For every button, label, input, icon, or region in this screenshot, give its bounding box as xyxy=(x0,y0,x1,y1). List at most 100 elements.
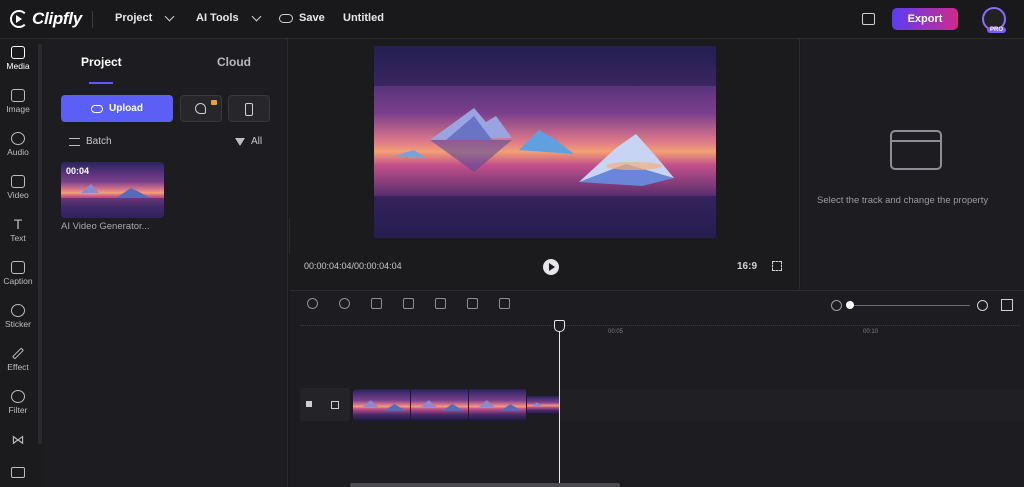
playhead[interactable] xyxy=(554,320,565,332)
chevron-down-icon xyxy=(251,11,262,21)
save-button[interactable]: Save xyxy=(279,12,325,24)
ruler-label: 00:10 xyxy=(863,329,879,335)
rail-item-filter[interactable]: Filter xyxy=(0,390,36,430)
ruler-label: 00:05 xyxy=(608,329,624,335)
rail-scrollbar[interactable] xyxy=(38,44,42,444)
phone-icon xyxy=(245,103,253,116)
rail-item-transition[interactable]: ⋈ xyxy=(0,433,36,453)
funnel-icon xyxy=(235,137,245,146)
list-icon xyxy=(69,137,80,146)
film-icon[interactable] xyxy=(331,401,339,409)
copy-icon[interactable] xyxy=(435,298,446,309)
clipfly-logo-icon xyxy=(10,10,28,28)
rail-label: Caption xyxy=(3,276,33,286)
delete-icon[interactable] xyxy=(467,298,478,309)
speaker-icon[interactable] xyxy=(306,401,312,407)
fit-timeline-icon[interactable] xyxy=(1001,299,1013,311)
rail-item-caption[interactable]: Caption xyxy=(0,261,36,301)
aspect-ratio-button[interactable]: 16:9 xyxy=(737,261,757,272)
fullscreen-icon[interactable] xyxy=(772,261,782,271)
person-record-icon xyxy=(195,103,206,114)
media-name: AI Video Generator... xyxy=(61,221,150,232)
project-title-text: Untitled xyxy=(343,12,384,24)
rail-item-audio[interactable]: Audio xyxy=(0,132,36,172)
freeze-frame-icon[interactable] xyxy=(499,298,510,309)
timeline-scrollbar[interactable] xyxy=(350,483,620,487)
tab-underline xyxy=(89,82,113,84)
chevron-down-icon xyxy=(164,11,175,21)
play-button[interactable] xyxy=(543,259,559,275)
rail-item-effect[interactable]: Effect xyxy=(0,347,36,387)
filter-all-button[interactable]: All xyxy=(235,136,262,147)
tab-cloud[interactable]: Cloud xyxy=(217,55,251,69)
logo-text: Clipfly xyxy=(32,9,82,28)
rail-item-image[interactable]: Image xyxy=(0,89,36,129)
media-duration: 00:04 xyxy=(66,166,90,176)
rail-item-media[interactable]: Media xyxy=(0,46,36,86)
zoom-in-icon[interactable] xyxy=(977,300,988,311)
crown-icon xyxy=(211,100,217,105)
audio-icon xyxy=(11,132,25,145)
playhead-line xyxy=(559,330,560,487)
media-icon xyxy=(11,46,25,59)
rail-item-video[interactable]: Video xyxy=(0,175,36,215)
rail-label: Filter xyxy=(8,405,28,415)
ai-tools-menu-label: AI Tools xyxy=(196,12,239,24)
preview-scene xyxy=(374,46,716,238)
split-icon[interactable] xyxy=(371,298,382,309)
rail-label: Effect xyxy=(7,362,29,372)
clip-frame xyxy=(411,389,469,421)
clip-frame xyxy=(527,389,560,421)
phone-upload-button[interactable] xyxy=(228,95,270,122)
project-title[interactable]: Untitled xyxy=(343,12,384,24)
video-clip[interactable] xyxy=(353,389,560,421)
topbar-divider xyxy=(92,11,93,28)
properties-hint: Select the track and change the property xyxy=(817,195,989,206)
video-track xyxy=(560,389,1024,421)
redo-icon[interactable] xyxy=(339,298,350,309)
record-button[interactable] xyxy=(180,95,222,122)
sticker-icon xyxy=(11,304,25,317)
rail-label: Video xyxy=(7,190,29,200)
zoom-slider[interactable] xyxy=(850,305,970,306)
filter-all-label: All xyxy=(251,136,263,147)
batch-button[interactable]: Batch xyxy=(69,136,112,147)
image-icon xyxy=(11,89,25,102)
video-preview[interactable] xyxy=(374,46,716,238)
zoom-slider-handle[interactable] xyxy=(846,301,854,309)
undo-icon[interactable] xyxy=(307,298,318,309)
caption-icon xyxy=(11,261,25,274)
rail-label: Audio xyxy=(7,147,29,157)
project-menu[interactable]: Project xyxy=(115,11,175,24)
duplicate-icon[interactable] xyxy=(403,298,414,309)
rail-item-text[interactable]: T Text xyxy=(0,216,36,258)
upload-button[interactable]: Upload xyxy=(61,95,173,122)
tab-project[interactable]: Project xyxy=(81,55,122,69)
zoom-out-icon[interactable] xyxy=(831,300,842,311)
effect-icon xyxy=(11,347,25,360)
project-menu-label: Project xyxy=(115,12,153,24)
logo[interactable]: Clipfly xyxy=(10,9,82,29)
upload-label: Upload xyxy=(109,103,143,114)
pro-badge: PRO xyxy=(987,27,1007,33)
keyboard-icon[interactable] xyxy=(11,467,25,478)
ai-tools-menu[interactable]: AI Tools xyxy=(196,11,262,24)
rail-label: Image xyxy=(6,104,30,114)
rail-label: Media xyxy=(6,61,30,71)
filter-icon xyxy=(11,390,25,403)
timeline-ruler[interactable] xyxy=(300,325,1020,326)
cloud-upload-icon xyxy=(91,104,104,113)
export-button[interactable]: Export xyxy=(892,8,958,30)
clip-frame xyxy=(353,389,411,421)
transition-icon: ⋈ xyxy=(11,433,25,447)
clip-frame xyxy=(469,389,527,421)
save-label: Save xyxy=(299,12,325,24)
rail-label: Sticker xyxy=(5,319,31,329)
batch-label: Batch xyxy=(86,136,112,147)
feedback-icon[interactable] xyxy=(862,13,875,25)
rail-item-sticker[interactable]: Sticker xyxy=(0,304,36,344)
clapperboard-icon xyxy=(890,130,942,170)
rail-label: Text xyxy=(10,233,26,243)
text-icon: T xyxy=(13,216,23,232)
timecode: 00:00:04:04/00:00:04:04 xyxy=(304,261,402,271)
